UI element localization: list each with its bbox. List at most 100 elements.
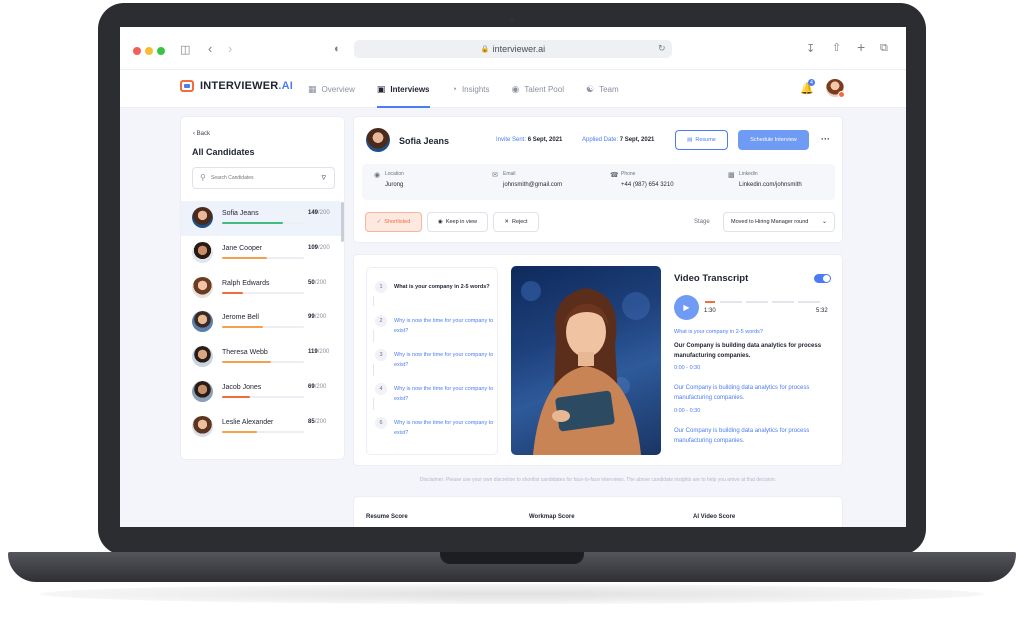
question-connector xyxy=(373,296,374,306)
stage-select[interactable]: Moved to Hiring Manager round ⌄ xyxy=(723,212,835,232)
location-info: ◉ Location Jurong xyxy=(374,171,404,188)
nav-insights[interactable]: ◔ Insights xyxy=(452,70,490,108)
question-connector xyxy=(373,330,374,342)
play-icon: ▶ xyxy=(683,303,690,312)
transcript-title: Video Transcript xyxy=(674,273,749,284)
candidate-name: Sofia Jeans xyxy=(222,210,259,217)
candidate-row[interactable]: Theresa Webb 119/200 xyxy=(181,340,341,375)
email-label: Email xyxy=(503,171,516,177)
grid-icon: ▦ xyxy=(308,83,317,94)
users-circle-icon: ◉ xyxy=(511,83,520,94)
eye-icon: ◉ xyxy=(438,219,443,225)
maximize-window-dot[interactable] xyxy=(157,47,165,55)
avatar xyxy=(192,346,213,368)
resume-button[interactable]: ▤ Resume xyxy=(675,130,728,150)
back-arrow-icon[interactable]: ‹ xyxy=(208,41,212,56)
minimize-window-dot[interactable] xyxy=(145,47,153,55)
transcript-paragraph: Our Company is building data analytics f… xyxy=(674,343,822,359)
candidate-score: 69/200 xyxy=(308,383,327,390)
progress-segment[interactable] xyxy=(720,301,742,303)
candidate-row[interactable]: Sofia Jeans 149/200 xyxy=(181,201,341,236)
close-window-dot[interactable] xyxy=(133,47,141,55)
question-list: 1 What is your company in 2-5 words? 2 W… xyxy=(366,267,498,455)
transcript-paragraph: Our Company is building data analytics f… xyxy=(674,428,810,444)
logo-mark-icon xyxy=(180,80,194,92)
disclaimer-text: Disclaimer: Please use your own discreti… xyxy=(419,477,777,483)
email-info: ✉ Email johnsmith@gmail.com xyxy=(492,171,562,188)
candidate-row[interactable]: Ralph Edwards 50/200 xyxy=(181,271,341,306)
candidate-row[interactable]: Jacob Jones 69/200 xyxy=(181,375,341,410)
app-header: INTERVIEWER.AI ▦ Overview ▣ Interviews ◔ In… xyxy=(120,70,906,108)
nav-overview[interactable]: ▦ Overview xyxy=(308,70,355,108)
reject-button[interactable]: ✕ Reject xyxy=(493,212,539,232)
candidate-score: 50/200 xyxy=(308,279,327,286)
download-icon[interactable]: ↧ xyxy=(806,42,815,55)
progress-segment[interactable] xyxy=(772,301,794,303)
candidate-name: Ralph Edwards xyxy=(222,279,270,287)
shield-icon[interactable]: ◐ xyxy=(334,43,341,55)
score-track xyxy=(222,395,304,398)
camera-dot xyxy=(509,17,515,23)
interview-video[interactable] xyxy=(511,266,661,455)
transcript-timestamp[interactable]: 0:00 - 0:30 xyxy=(674,408,700,414)
more-options-icon[interactable]: ··· xyxy=(821,134,830,144)
close-icon: ✕ xyxy=(504,219,509,225)
transcript-toggle[interactable] xyxy=(814,274,831,283)
candidate-name: Jerome Bell xyxy=(222,314,259,322)
avatar xyxy=(192,380,213,402)
invite-sent: Invite Sent: 6 Sept, 2021 xyxy=(496,137,563,143)
score-track xyxy=(222,326,304,329)
search-input[interactable] xyxy=(211,172,311,184)
nav-talent-pool[interactable]: ◉ Talent Pool xyxy=(512,70,564,108)
reload-icon[interactable]: ↻ xyxy=(658,43,666,54)
linkedin-value[interactable]: Linkedin.com/johnsmith xyxy=(739,182,802,188)
chevron-down-icon: ⌄ xyxy=(821,219,827,225)
candidate-profile-card: Sofia Jeans Invite Sent: 6 Sept, 2021 Ap… xyxy=(353,116,843,243)
question-number: 4 xyxy=(375,383,387,395)
logo-text: INTERVIEWER.AI xyxy=(200,80,294,92)
question-number: 2 xyxy=(375,315,387,327)
transcript-timestamp[interactable]: 0:00 - 0:30 xyxy=(674,365,700,371)
phone-icon: ☎ xyxy=(610,172,619,179)
candidate-score: 99/200 xyxy=(308,314,327,321)
candidate-name: Jane Cooper xyxy=(222,244,263,252)
score-bar xyxy=(222,291,243,294)
question-connector xyxy=(373,398,374,410)
email-value[interactable]: johnsmith@gmail.com xyxy=(503,182,562,188)
candidate-name: Theresa Webb xyxy=(222,349,268,357)
app-logo[interactable]: INTERVIEWER.AI xyxy=(180,80,293,92)
candidate-score: 85/200 xyxy=(308,418,327,425)
candidate-search: ⚲ ▿ xyxy=(192,167,335,189)
candidate-row[interactable]: Jane Cooper 109/200 xyxy=(181,236,341,271)
share-icon[interactable]: ⇧ xyxy=(832,41,841,54)
score-track xyxy=(222,222,304,224)
profile-name: Sofia Jeans xyxy=(399,136,450,146)
nav-team[interactable]: ☯ Team xyxy=(586,70,619,108)
schedule-interview-button[interactable]: Schedule Interview xyxy=(738,130,809,150)
document-icon: ▤ xyxy=(687,137,693,143)
candidate-row[interactable]: Leslie Alexander 85/200 xyxy=(181,410,341,445)
candidate-row[interactable]: Jerome Bell 99/200 xyxy=(181,305,341,340)
address-bar[interactable]: 🔒 interviewer.ai xyxy=(354,40,672,58)
tabs-overview-icon[interactable]: ⧉ xyxy=(880,42,888,55)
forward-arrow-icon[interactable]: › xyxy=(228,41,232,56)
question-text: Why is now the time for your company to … xyxy=(394,318,494,334)
shortlisted-button[interactable]: ✓ Shortlisted xyxy=(365,212,422,232)
score-bar xyxy=(222,430,257,433)
interview-card: 1 What is your company in 2-5 words? 2 W… xyxy=(353,254,843,466)
progress-segment[interactable] xyxy=(705,301,715,303)
sidebar-toggle-icon[interactable]: ◫ xyxy=(180,43,190,56)
list-scrollbar[interactable] xyxy=(341,202,344,242)
linkedin-icon: ▩ xyxy=(728,172,735,179)
score-track xyxy=(222,256,304,259)
filter-icon[interactable]: ▿ xyxy=(321,172,326,183)
progress-segment[interactable] xyxy=(746,301,768,303)
play-button[interactable]: ▶ xyxy=(674,295,699,320)
new-tab-icon[interactable]: + xyxy=(857,39,865,55)
avatar xyxy=(192,415,213,437)
nav-interviews[interactable]: ▣ Interviews xyxy=(376,70,430,108)
keep-in-view-button[interactable]: ◉ Keep in view xyxy=(427,212,488,232)
back-link[interactable]: ‹ Back xyxy=(193,131,210,137)
avatar xyxy=(192,241,213,263)
progress-segment[interactable] xyxy=(798,301,820,303)
